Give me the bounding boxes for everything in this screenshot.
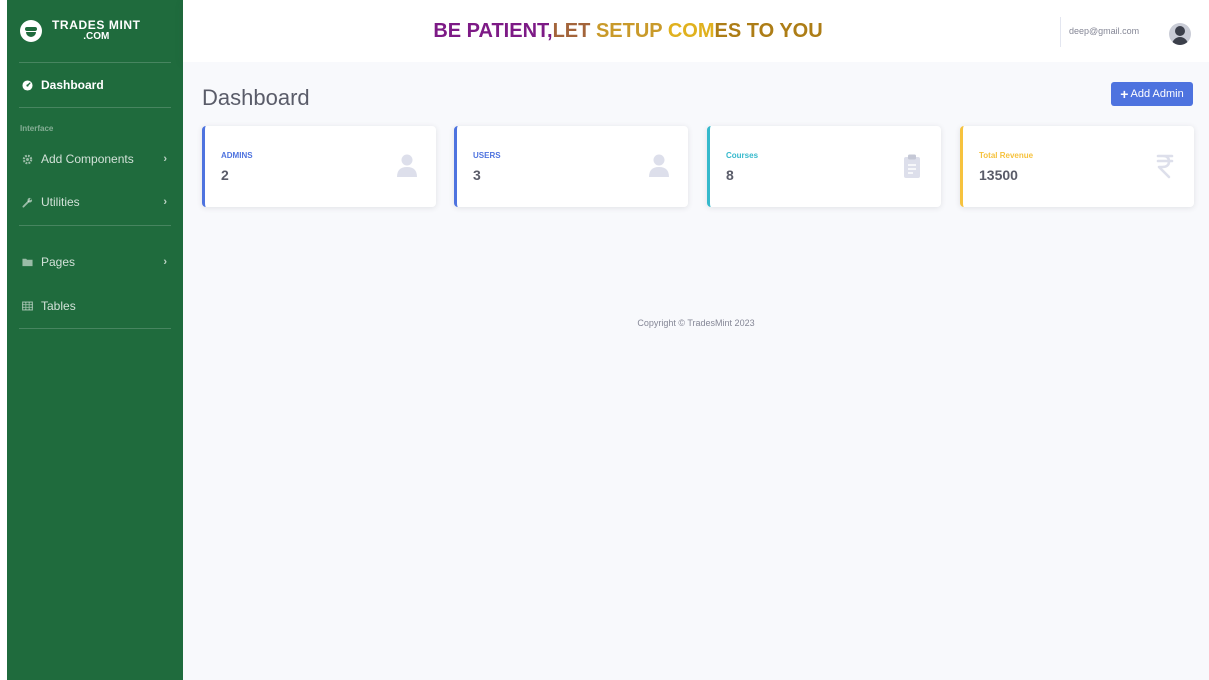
add-admin-button[interactable]: + Add Admin: [1111, 82, 1193, 106]
user-icon: [397, 154, 417, 177]
stat-card-label: ADMINS: [221, 151, 253, 160]
sidebar-item-label: Pages: [41, 255, 76, 269]
brand-line-2: .COM: [83, 31, 110, 42]
page-title: Dashboard: [202, 85, 310, 110]
sidebar-divider: [19, 328, 171, 329]
wrench-icon: [20, 197, 34, 208]
stat-card-value: 2: [221, 167, 229, 183]
laughing-face-logo-icon: [20, 20, 42, 42]
sidebar-heading: Interface: [20, 124, 54, 133]
motto-part: LET: [552, 19, 596, 42]
add-admin-label: Add Admin: [1130, 88, 1184, 100]
stat-card-value: 8: [726, 167, 734, 183]
sidebar-item-label: Add Components: [41, 152, 134, 166]
motto-part: BE PATIENT,: [433, 19, 553, 42]
stat-card-label: USERS: [473, 151, 501, 160]
sidebar-item-utilities[interactable]: Utilities ›: [7, 179, 183, 225]
stat-card-total-revenue: Total Revenue 13500: [960, 126, 1194, 207]
motto-part: SETUP: [595, 19, 668, 42]
brand-line-1: TRADES MINT: [52, 18, 141, 32]
clipboard-icon: [904, 154, 920, 178]
folder-icon: [20, 257, 34, 267]
motto-part: COM: [667, 19, 715, 42]
tachometer-icon: [20, 79, 34, 91]
chevron-right-icon: ›: [163, 256, 167, 268]
stat-card-label: Total Revenue: [979, 151, 1034, 160]
stat-card-users: USERS 3: [454, 126, 688, 207]
rupee-icon: [1156, 154, 1174, 179]
stat-card-courses: Courses 8: [707, 126, 941, 207]
avatar[interactable]: [1169, 23, 1191, 45]
topbar: BE PATIENT, LET SETUP COM ES TO YOU deep@g…: [183, 0, 1209, 62]
stat-card-value: 13500: [979, 167, 1018, 183]
stat-card-value: 3: [473, 167, 481, 183]
sidebar-item-label: Dashboard: [41, 78, 104, 92]
gear-icon: [20, 154, 34, 165]
chevron-right-icon: ›: [163, 196, 167, 208]
window-edge: [0, 0, 7, 680]
sidebar-item-add-components[interactable]: Add Components ›: [7, 139, 183, 179]
stat-card-label: Courses: [726, 151, 759, 160]
brand-name: TRADES MINT .COM: [52, 19, 141, 43]
sidebar-item-label: Tables: [41, 299, 76, 313]
footer-copyright: Copyright © TradesMint 2023: [637, 318, 755, 328]
topbar-divider: [1060, 17, 1061, 47]
sidebar: TRADES MINT .COM Dashboard Interface Add…: [7, 0, 183, 680]
motto-part: ES TO YOU: [714, 19, 823, 42]
table-icon: [20, 301, 34, 311]
stat-card-admins: ADMINS 2: [202, 126, 436, 207]
motto-banner: BE PATIENT, LET SETUP COM ES TO YOU: [183, 0, 1073, 62]
sidebar-item-dashboard[interactable]: Dashboard: [7, 63, 183, 107]
main-content: Dashboard + Add Admin ADMINS 2 USERS 3 C…: [183, 62, 1209, 680]
plus-icon: +: [1120, 86, 1129, 102]
user-email[interactable]: deep@gmail.com: [1069, 0, 1139, 62]
chevron-right-icon: ›: [163, 153, 167, 165]
brand-link[interactable]: TRADES MINT .COM: [7, 0, 183, 62]
sidebar-item-tables[interactable]: Tables: [7, 284, 183, 328]
user-icon: [649, 154, 669, 177]
sidebar-item-label: Utilities: [41, 195, 80, 209]
sidebar-item-pages[interactable]: Pages ›: [7, 240, 183, 284]
